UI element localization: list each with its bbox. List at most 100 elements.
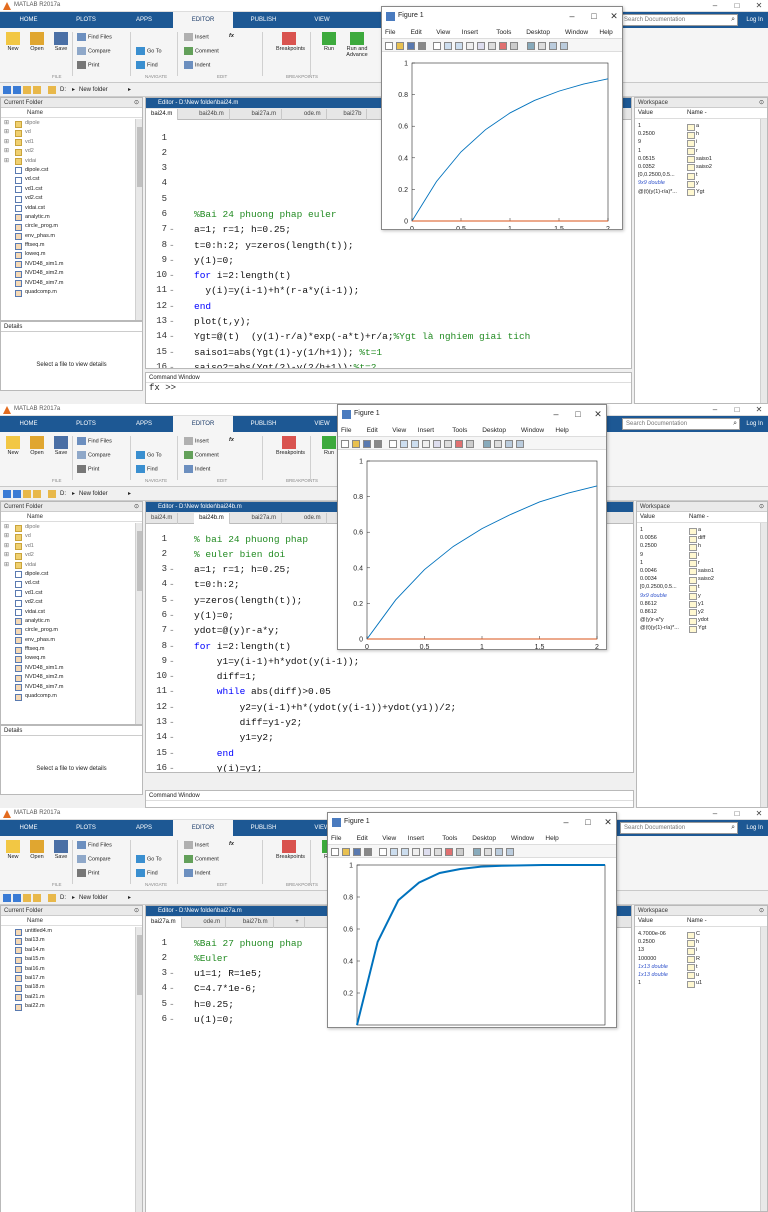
figure-menu-window[interactable]: Window <box>511 833 534 844</box>
save-button[interactable]: Save <box>48 436 74 456</box>
workspace-variable-row[interactable]: 1x13 doubleu <box>635 971 761 979</box>
code-text[interactable]: y1=y2; <box>194 730 274 745</box>
save-figure-icon[interactable] <box>363 440 371 448</box>
code-text[interactable]: for i=2:length(t) <box>194 268 291 283</box>
workspace-variable-row[interactable]: 0.8612y2 <box>637 608 761 616</box>
value-column-header[interactable]: Value <box>640 512 655 523</box>
print-figure-icon[interactable] <box>364 848 372 856</box>
file-list-scrollbar[interactable] <box>135 523 142 724</box>
code-text[interactable]: y(i)=y(i-1)+h*(r-a*y(i-1)); <box>194 283 359 298</box>
panel-menu-icon[interactable]: ⊙ <box>134 906 139 916</box>
file-item[interactable]: bai13.m <box>1 936 137 945</box>
code-text[interactable]: u1=1; R=1e5; <box>194 966 262 981</box>
name-column-header[interactable]: Name <box>1 916 142 926</box>
compare-button[interactable]: Compare <box>77 47 111 55</box>
pan-icon[interactable] <box>466 42 474 50</box>
code-text[interactable]: C=4.7*1e-6; <box>194 981 257 996</box>
figure-maximize-button[interactable]: □ <box>580 817 596 827</box>
name-column-header[interactable]: Name - <box>687 108 707 119</box>
search-documentation-input[interactable]: Search Documentation⌕ <box>620 14 738 26</box>
plot-axes[interactable]: 00.20.40.60.8100.511.52 <box>382 52 623 230</box>
show-plot-tools-icon[interactable] <box>560 42 568 50</box>
file-item[interactable]: vd1.cst <box>1 589 137 598</box>
workspace-variable-row[interactable]: @(y)r-a*yydot <box>637 616 761 624</box>
tab-apps[interactable]: APPS <box>115 12 173 28</box>
insert-button[interactable]: Insert <box>184 33 209 41</box>
figure-menu-desktop[interactable]: Desktop <box>472 833 496 844</box>
find-button[interactable]: Find <box>136 869 158 877</box>
code-text[interactable]: t=0:h:2; y=zeros(length(t)); <box>194 238 354 253</box>
workspace-scrollbar[interactable] <box>760 119 767 403</box>
zoom-out-icon[interactable] <box>411 440 419 448</box>
figure-menu-tools[interactable]: Tools <box>442 833 457 844</box>
breakpoints-button[interactable]: Breakpoints <box>276 32 302 52</box>
workspace-variable-row[interactable]: 0.0515saiso1 <box>635 155 761 163</box>
find-files-button[interactable]: Find Files <box>77 437 112 445</box>
code-text[interactable]: saiso1=abs(Ygt(1)-y(1/h+1)); %t=1 <box>194 345 382 360</box>
workspace-variable-row[interactable]: 1a <box>635 122 761 130</box>
code-text[interactable]: diff=y1-y2; <box>194 715 302 730</box>
figure-minimize-button[interactable]: – <box>548 409 564 419</box>
close-window-button[interactable]: ✕ <box>748 0 768 12</box>
command-prompt[interactable]: fx >> <box>146 383 631 393</box>
colorbar-icon[interactable] <box>483 440 491 448</box>
figure-menu-edit[interactable]: Edit <box>411 27 422 38</box>
new-figure-icon[interactable] <box>331 848 339 856</box>
workspace-variable-row[interactable]: 1r <box>637 559 761 567</box>
figure-menu-tools[interactable]: Tools <box>452 425 467 436</box>
workspace-variable-row[interactable]: 1u1 <box>635 979 761 987</box>
folder-item[interactable]: ⊞vd <box>1 128 137 137</box>
hide-plot-tools-icon[interactable] <box>495 848 503 856</box>
folder-item[interactable]: ⊞vd <box>1 532 137 541</box>
breakpoint-dash[interactable]: - <box>169 299 175 314</box>
file-item[interactable]: vidai.cst <box>1 608 137 617</box>
figure-maximize-button[interactable]: □ <box>570 409 586 419</box>
breakpoint-dash[interactable]: - <box>169 345 175 360</box>
link-icon[interactable] <box>510 42 518 50</box>
figure-menu-desktop[interactable]: Desktop <box>526 27 550 38</box>
file-item[interactable]: vd2.cst <box>1 194 137 203</box>
scrollbar-thumb[interactable] <box>137 935 142 995</box>
breakpoint-dash[interactable]: - <box>169 283 175 298</box>
file-item[interactable]: bai21.m <box>1 993 137 1002</box>
login-button[interactable]: Log In <box>741 822 768 834</box>
file-item[interactable]: vd.cst <box>1 175 137 184</box>
fx-function-button[interactable]: fx <box>229 33 234 39</box>
file-item[interactable]: NVD48_sim7.m <box>1 279 137 288</box>
code-text[interactable]: u(1)=0; <box>194 1012 234 1027</box>
figure-menu-help[interactable]: Help <box>599 27 612 38</box>
file-item[interactable]: circle_prog.m <box>1 222 137 231</box>
maximize-button[interactable]: □ <box>726 404 748 416</box>
save-button[interactable]: Save <box>48 32 74 52</box>
code-text[interactable]: y(1)=0; <box>194 253 234 268</box>
expand-toggle-icon[interactable]: ⊞ <box>4 128 9 137</box>
code-line[interactable]: 9-y(1)=0; <box>146 253 631 268</box>
file-item[interactable]: bai17.m <box>1 974 137 983</box>
workspace-variable-row[interactable]: 0.2500h <box>637 542 761 550</box>
code-line[interactable]: 11- while abs(diff)>0.05 <box>146 684 633 699</box>
figure-minimize-button[interactable]: – <box>558 817 574 827</box>
zoom-out-icon[interactable] <box>455 42 463 50</box>
code-text[interactable]: end <box>194 746 234 761</box>
hide-plot-tools-icon[interactable] <box>549 42 557 50</box>
figure-menu-insert[interactable]: Insert <box>418 425 434 436</box>
breakpoint-dash[interactable]: - <box>169 608 175 623</box>
file-item[interactable]: bai15.m <box>1 955 137 964</box>
file-list-scrollbar[interactable] <box>135 119 142 320</box>
new-figure-icon[interactable] <box>341 440 349 448</box>
breakpoint-dash[interactable]: - <box>169 577 175 592</box>
expand-toggle-icon[interactable]: ⊞ <box>4 523 9 532</box>
find-files-button[interactable]: Find Files <box>77 33 112 41</box>
expand-toggle-icon[interactable]: ⊞ <box>4 532 9 541</box>
code-line[interactable]: 15- end <box>146 746 633 761</box>
file-item[interactable]: loweq.m <box>1 250 137 259</box>
value-column-header[interactable]: Value <box>638 108 653 119</box>
figure-minimize-button[interactable]: – <box>564 11 580 21</box>
workspace-variable-row[interactable]: [0,0.2500,0.5...t <box>637 583 761 591</box>
file-item[interactable]: loweq.m <box>1 654 137 663</box>
file-item[interactable]: fftseq.m <box>1 645 137 654</box>
hide-plot-tools-icon[interactable] <box>505 440 513 448</box>
file-item[interactable]: analytic.m <box>1 213 137 222</box>
comment-button[interactable]: Comment <box>184 855 219 863</box>
breakpoint-dash[interactable]: - <box>169 997 175 1012</box>
